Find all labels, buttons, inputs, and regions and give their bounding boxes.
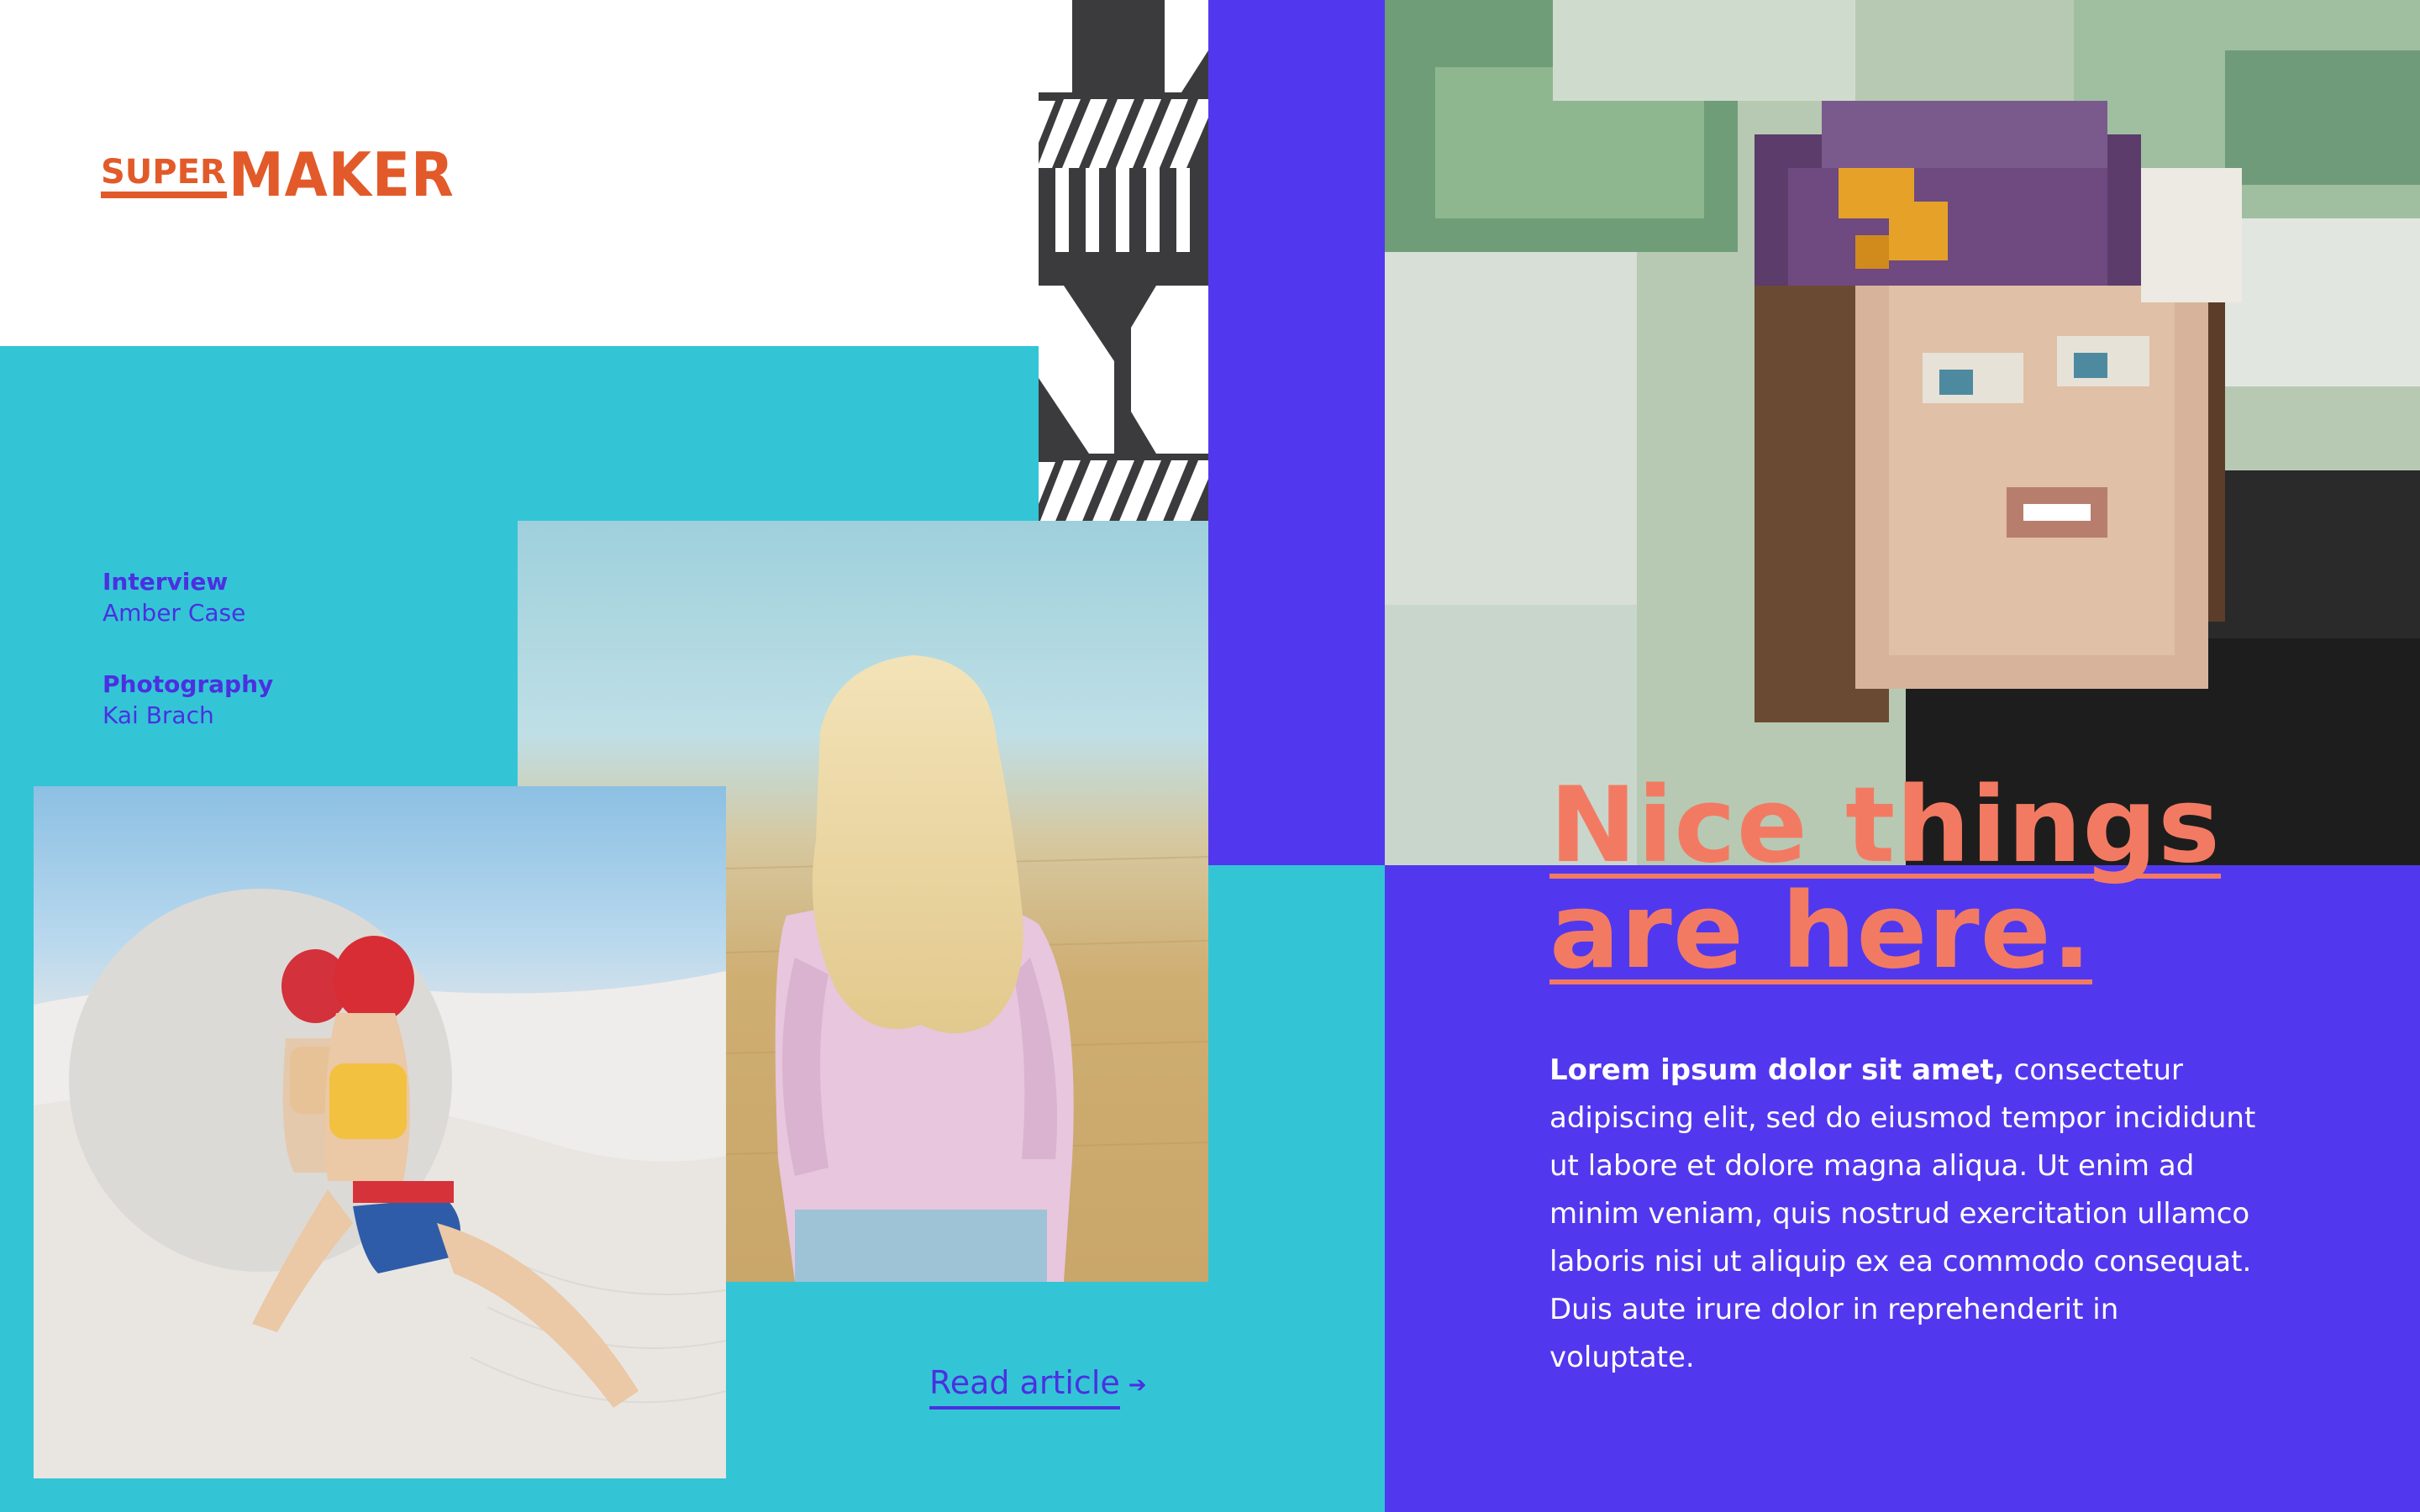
- article-body-text: Lorem ipsum dolor sit amet, consectetur …: [1549, 1047, 2272, 1382]
- logo-underline: [101, 192, 227, 198]
- photography-name: Kai Brach: [103, 701, 214, 729]
- arrow-right-icon: ➔: [1128, 1372, 1147, 1398]
- read-article-link[interactable]: Read article ➔: [929, 1364, 1147, 1410]
- headline-line-1: Nice things: [1549, 765, 2221, 886]
- body-rest: consectetur adipiscing elit, sed do eius…: [1549, 1053, 2256, 1374]
- read-article-label: Read article: [929, 1364, 1120, 1410]
- logo-maker: MAKER: [229, 139, 455, 211]
- logo-super: SUPER: [101, 153, 226, 192]
- photo-pixelated-portrait: [1385, 0, 2420, 865]
- headline: Nice things are here.: [1549, 773, 2306, 984]
- interview-label: Interview: [103, 568, 229, 596]
- photography-label: Photography: [103, 670, 274, 698]
- credits-interview: Interview Amber Case: [103, 568, 245, 627]
- credits-photography: Photography Kai Brach: [103, 670, 273, 729]
- interview-name: Amber Case: [103, 599, 246, 627]
- body-lead: Lorem ipsum dolor sit amet,: [1549, 1053, 2005, 1087]
- purple-strip: [1208, 0, 1385, 865]
- photo-swimmers-on-dunes: [34, 786, 726, 1478]
- headline-line-2: are here.: [1549, 871, 2092, 992]
